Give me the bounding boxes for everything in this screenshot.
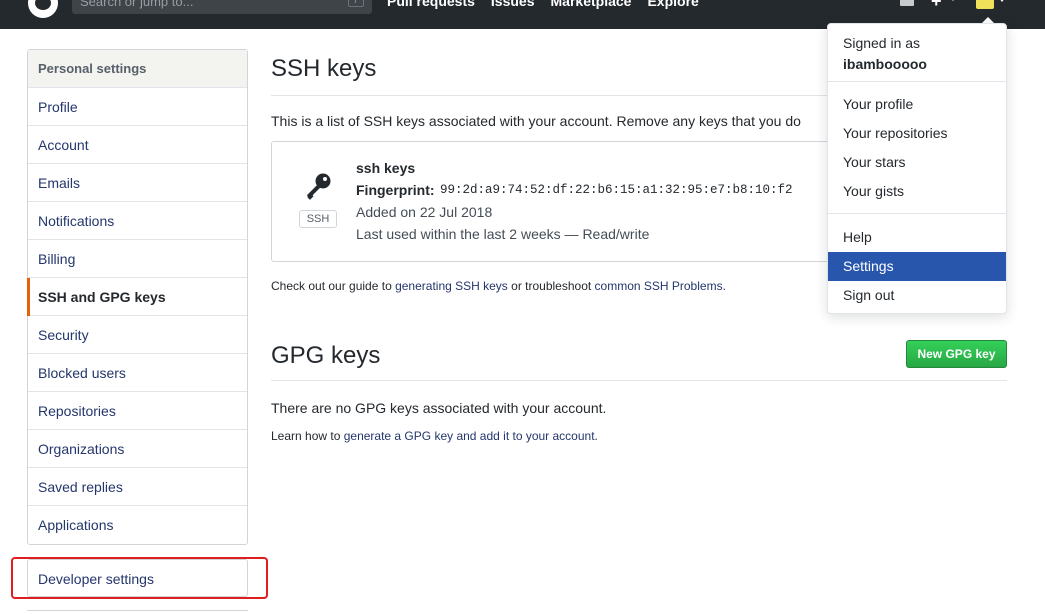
- settings-sidebar: Personal settings Profile Account Emails…: [27, 49, 248, 545]
- menu-item-your-profile[interactable]: Your profile: [828, 90, 1006, 119]
- chevron-down-icon[interactable]: [950, 0, 956, 1]
- ssh-key-card: SSH ssh keys Fingerprint: 99:2d:a9:74:52…: [271, 141, 851, 262]
- guide-prefix: Check out our guide to: [271, 279, 396, 293]
- highlight-outline: [11, 557, 268, 599]
- plus-icon[interactable]: +: [931, 0, 942, 10]
- nav-pull-requests[interactable]: Pull requests: [387, 0, 475, 9]
- key-name: ssh keys: [356, 160, 416, 176]
- learn-prefix: Learn how to: [271, 429, 344, 443]
- search-input[interactable]: Search or jump to... /: [72, 0, 372, 14]
- nav-marketplace[interactable]: Marketplace: [551, 0, 632, 9]
- sidebar-item-billing[interactable]: Billing: [28, 240, 247, 278]
- section-divider: [271, 380, 1007, 381]
- search-placeholder: Search or jump to...: [80, 0, 194, 9]
- sidebar-item-account[interactable]: Account: [28, 126, 247, 164]
- menu-item-sign-out[interactable]: Sign out: [828, 281, 1006, 310]
- learn-suffix: .: [594, 429, 598, 443]
- sidebar-item-saved-replies[interactable]: Saved replies: [28, 468, 247, 506]
- sidebar-item-organizations[interactable]: Organizations: [28, 430, 247, 468]
- signed-in-label: Signed in as: [843, 35, 921, 51]
- ssh-keys-title: SSH keys: [271, 55, 377, 82]
- search-hotkey: /: [348, 0, 364, 7]
- generating-ssh-keys-link[interactable]: generating SSH keys: [395, 279, 508, 293]
- gpg-keys-title: GPG keys: [271, 342, 381, 369]
- key-last-used: Last used within the last 2 weeks — Read…: [356, 226, 650, 242]
- sidebar-item-emails[interactable]: Emails: [28, 164, 247, 202]
- top-nav: Pull requests Issues Marketplace Explore: [387, 0, 699, 9]
- sidebar-item-ssh-gpg-keys[interactable]: SSH and GPG keys: [27, 278, 247, 316]
- github-logo-icon[interactable]: [28, 0, 58, 18]
- menu-item-help[interactable]: Help: [828, 223, 1006, 252]
- avatar[interactable]: [976, 0, 994, 9]
- menu-item-your-gists[interactable]: Your gists: [828, 177, 1006, 206]
- common-ssh-problems-link[interactable]: common SSH Problems: [595, 279, 723, 293]
- menu-item-settings[interactable]: Settings: [828, 252, 1006, 281]
- sidebar-divider: [27, 610, 248, 614]
- guide-middle: or troubleshoot: [507, 279, 595, 293]
- gpg-learn-text: Learn how to generate a GPG key and add …: [271, 429, 598, 443]
- sidebar-item-blocked-users[interactable]: Blocked users: [28, 354, 247, 392]
- generate-gpg-key-link[interactable]: generate a GPG key and add it to your ac…: [344, 429, 595, 443]
- signed-in-username: ibambooooo: [843, 56, 927, 72]
- nav-issues[interactable]: Issues: [491, 0, 535, 9]
- menu-item-your-stars[interactable]: Your stars: [828, 148, 1006, 177]
- new-gpg-key-button[interactable]: New GPG key: [906, 340, 1007, 368]
- bell-icon[interactable]: [900, 0, 914, 6]
- ssh-intro-text: This is a list of SSH keys associated wi…: [271, 113, 801, 129]
- fingerprint-value: 99:2d:a9:74:52:df:22:b6:15:a1:32:95:e7:b…: [440, 183, 793, 197]
- sidebar-item-profile[interactable]: Profile: [28, 88, 247, 126]
- ssh-badge: SSH: [299, 210, 337, 228]
- sidebar-item-applications[interactable]: Applications: [28, 506, 247, 544]
- sidebar-item-security[interactable]: Security: [28, 316, 247, 354]
- menu-divider: [828, 81, 1006, 82]
- menu-item-your-repositories[interactable]: Your repositories: [828, 119, 1006, 148]
- menu-divider: [828, 213, 1006, 214]
- user-dropdown-menu: Signed in as ibambooooo Your profile You…: [827, 23, 1007, 314]
- chevron-down-icon[interactable]: [999, 0, 1005, 2]
- fingerprint-label: Fingerprint:: [356, 182, 435, 198]
- sidebar-heading: Personal settings: [28, 50, 247, 88]
- nav-explore[interactable]: Explore: [647, 0, 698, 9]
- signed-in-header: Signed in as ibambooooo: [843, 33, 927, 75]
- gpg-empty-text: There are no GPG keys associated with yo…: [271, 400, 607, 416]
- key-added-date: Added on 22 Jul 2018: [356, 204, 493, 220]
- sidebar-item-repositories[interactable]: Repositories: [28, 392, 247, 430]
- guide-suffix: .: [722, 279, 726, 293]
- sidebar-item-notifications[interactable]: Notifications: [28, 202, 247, 240]
- ssh-guide-text: Check out our guide to generating SSH ke…: [271, 279, 726, 293]
- key-icon: [306, 173, 331, 200]
